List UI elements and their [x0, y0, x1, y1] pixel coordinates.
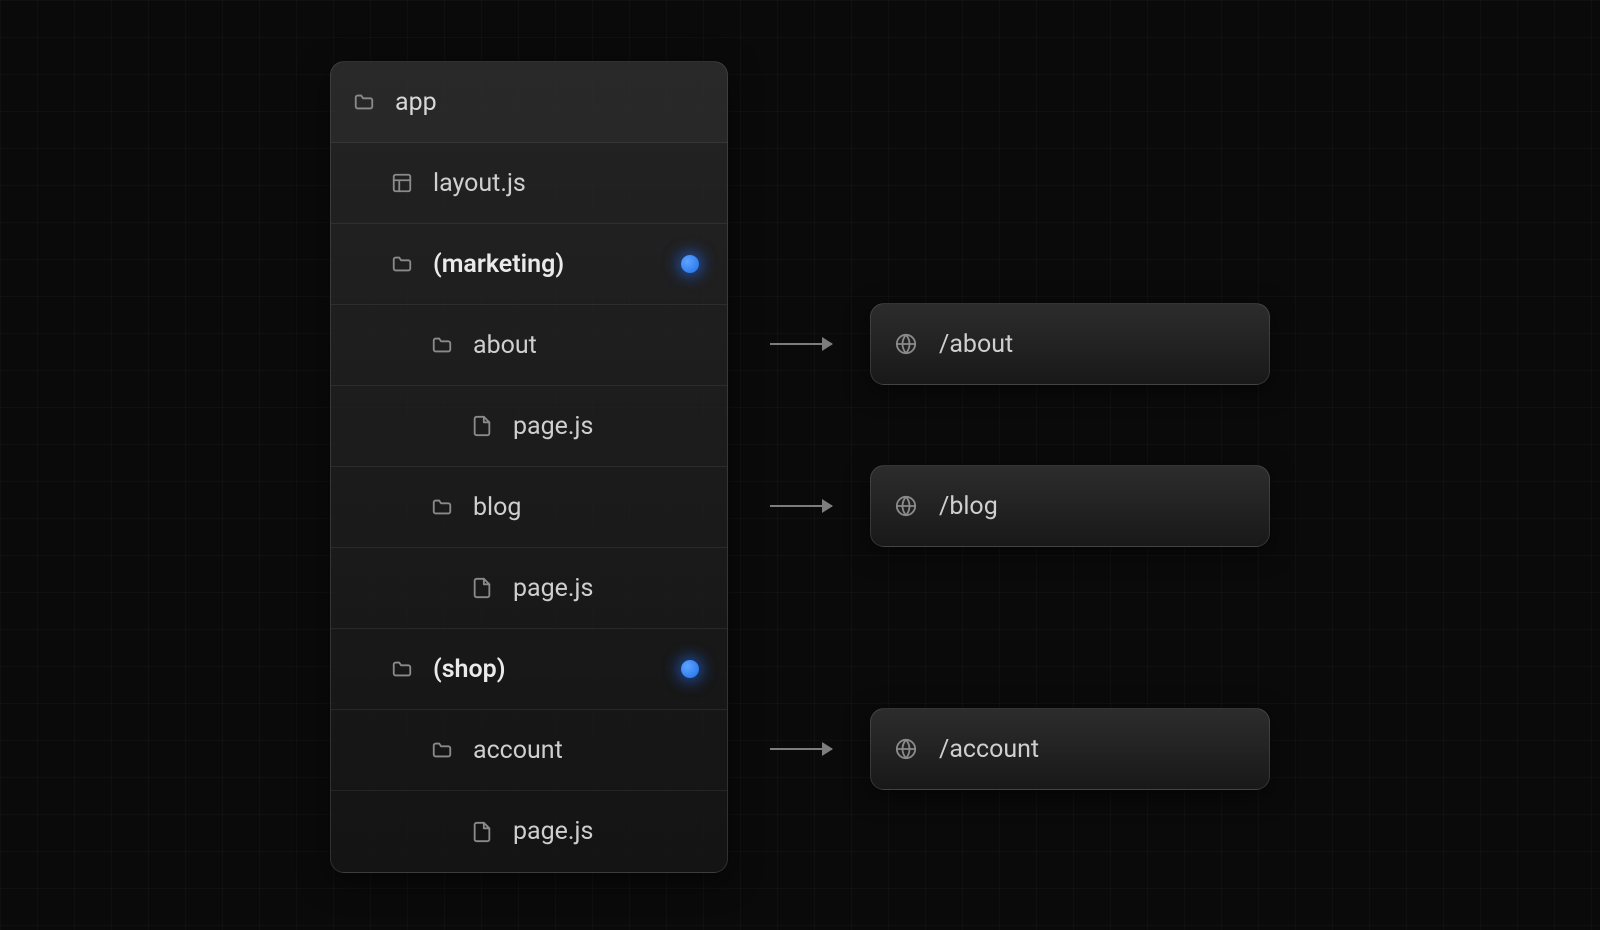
arrow-icon: [770, 343, 832, 345]
tree-row-label: page.js: [513, 817, 705, 846]
tree-row-shop: (shop): [331, 629, 727, 710]
route-group-indicator-dot: [681, 660, 699, 678]
layout-icon: [391, 172, 413, 194]
url-chip-about: /about: [870, 303, 1270, 385]
tree-root-label: app: [395, 88, 705, 117]
url-path: /blog: [939, 492, 998, 521]
tree-row-about: about: [331, 305, 727, 386]
tree-row-account-page: page.js: [331, 791, 727, 872]
tree-row-layout: layout.js: [331, 143, 727, 224]
globe-icon: [895, 333, 917, 355]
arrow-icon: [770, 748, 832, 750]
arrow-icon: [770, 505, 832, 507]
tree-row-account: account: [331, 710, 727, 791]
tree-row-label: layout.js: [433, 169, 705, 198]
folder-icon: [431, 334, 453, 356]
tree-root-row: app: [331, 62, 727, 143]
tree-row-about-page: page.js: [331, 386, 727, 467]
file-icon: [471, 577, 493, 599]
url-path: /about: [939, 330, 1013, 359]
tree-row-label: account: [473, 736, 705, 765]
diagram-canvas: app layout.js (marketing) about: [0, 0, 1600, 930]
globe-icon: [895, 495, 917, 517]
route-group-indicator-dot: [681, 255, 699, 273]
tree-row-marketing: (marketing): [331, 224, 727, 305]
folder-icon: [391, 253, 413, 275]
tree-row-label: page.js: [513, 574, 705, 603]
folder-icon: [431, 739, 453, 761]
url-path: /account: [939, 735, 1039, 764]
tree-row-label: about: [473, 331, 705, 360]
folder-icon: [431, 496, 453, 518]
tree-row-blog-page: page.js: [331, 548, 727, 629]
folder-icon: [353, 91, 375, 113]
folder-icon: [391, 658, 413, 680]
globe-icon: [895, 738, 917, 760]
file-icon: [471, 821, 493, 843]
file-tree-panel: app layout.js (marketing) about: [330, 61, 728, 873]
tree-row-label: (shop): [433, 655, 681, 684]
url-chip-account: /account: [870, 708, 1270, 790]
tree-row-label: page.js: [513, 412, 705, 441]
tree-row-label: (marketing): [433, 250, 681, 279]
url-chip-blog: /blog: [870, 465, 1270, 547]
file-icon: [471, 415, 493, 437]
tree-row-label: blog: [473, 493, 705, 522]
tree-row-blog: blog: [331, 467, 727, 548]
